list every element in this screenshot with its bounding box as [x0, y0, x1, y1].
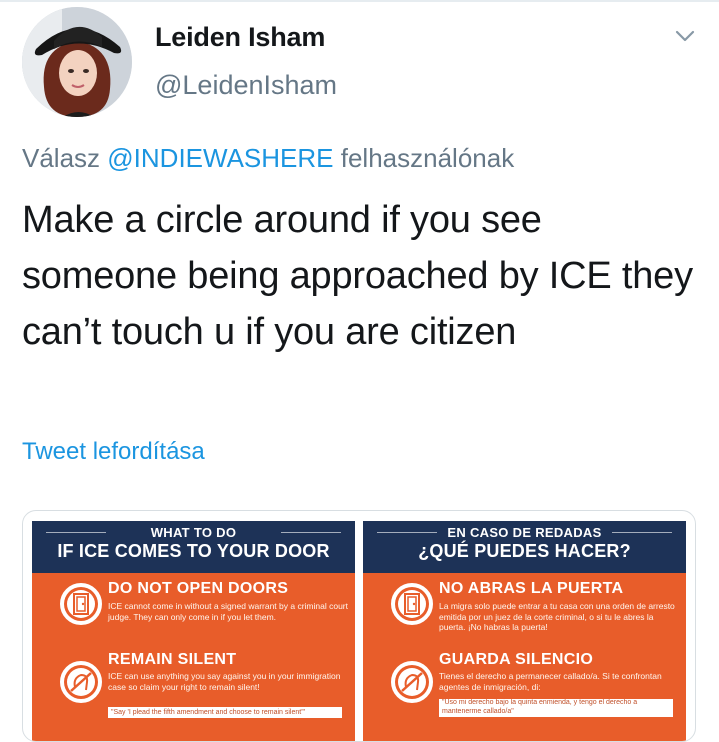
flyer-header-english: WHAT TO DO IF ICE COMES TO YOUR DOOR [32, 521, 355, 573]
flyer-title: IF ICE COMES TO YOUR DOOR [57, 541, 330, 561]
no-speaking-icon [60, 661, 102, 703]
avatar-image [22, 7, 132, 117]
flyer-panel-english: WHAT TO DO IF ICE COMES TO YOUR DOOR DO … [32, 521, 355, 741]
door-icon [60, 583, 102, 625]
flyer-title: ¿QUÉ PUEDES HACER? [418, 541, 631, 561]
chevron-down-icon[interactable] [671, 26, 699, 46]
avatar[interactable] [22, 7, 132, 117]
flyer-panel-spanish: EN CASO DE REDADAS ¿QUÉ PUEDES HACER? NO… [363, 521, 686, 741]
item-note-guarda-silencio: "Uso mi derecho bajo la quinta enmienda,… [439, 699, 673, 717]
reply-suffix: felhasználónak [340, 143, 515, 173]
top-divider [0, 0, 719, 2]
reply-context: Válasz @INDIEWASHERE felhasználónak [22, 143, 514, 174]
item-body-remain-silent: ICE can use anything you say against you… [108, 671, 341, 692]
reply-prefix: Válasz [22, 143, 101, 173]
item-body-do-not-open: ICE cannot come in without a signed warr… [108, 601, 349, 622]
item-title-do-not-open: DO NOT OPEN DOORS [108, 580, 289, 597]
user-handle[interactable]: @LeidenIsham [155, 70, 337, 101]
flyer-header-spanish: EN CASO DE REDADAS ¿QUÉ PUEDES HACER? [363, 521, 686, 573]
flyer-subtitle: WHAT TO DO [150, 525, 237, 540]
item-note-remain-silent: "Say 'I plead the fifth amendment and ch… [108, 707, 342, 718]
item-title-remain-silent: REMAIN SILENT [108, 651, 237, 668]
item-title-no-abras: NO ABRAS LA PUERTA [439, 580, 624, 597]
no-speaking-icon [391, 661, 433, 703]
tweet-media[interactable]: WHAT TO DO IF ICE COMES TO YOUR DOOR DO … [22, 510, 696, 742]
item-body-guarda-silencio: Tienes el derecho a permanecer callado/a… [439, 671, 662, 692]
door-icon [391, 583, 433, 625]
tweet-text: Make a circle around if you see someone … [22, 199, 693, 353]
item-title-guarda-silencio: GUARDA SILENCIO [439, 651, 594, 668]
item-body-no-abras: La migra solo puede entrar a tu casa con… [439, 601, 675, 632]
flyer-subtitle: EN CASO DE REDADAS [447, 525, 602, 540]
reply-mention-link[interactable]: @INDIEWASHERE [107, 143, 333, 173]
translate-tweet-link[interactable]: Tweet lefordítása [22, 438, 205, 466]
display-name[interactable]: Leiden Isham [155, 22, 325, 53]
